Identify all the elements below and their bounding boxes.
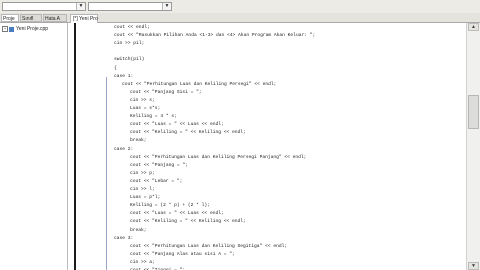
tab-classes-label: Sınıfl bbox=[22, 16, 34, 22]
code-line: cout << "Perhitungan Luas dan Keliling P… bbox=[130, 154, 307, 160]
code-line: cin >> s; bbox=[130, 97, 155, 103]
file-icon bbox=[9, 26, 14, 32]
toolbar-empty-area bbox=[174, 0, 480, 13]
code-line: cout << "Luas = " << Luas << endl; bbox=[130, 122, 224, 128]
code-line: break; bbox=[130, 138, 147, 144]
code-line: case 1: bbox=[114, 73, 134, 79]
tab-project-label: Proje bbox=[3, 16, 15, 22]
code-line: Keliling = 4 * s; bbox=[130, 114, 177, 120]
code-line: cin >> pil; bbox=[114, 41, 145, 47]
code-line: cin >> p; bbox=[130, 170, 155, 176]
code-line: cout << "Lebar = "; bbox=[130, 178, 183, 184]
editor-tab-bar: [*] Yeni Pro bbox=[68, 13, 480, 23]
code-line: case 2: bbox=[114, 146, 134, 152]
code-line: cout << "Perhitungan Luas dan Keliling P… bbox=[122, 81, 277, 87]
tab-classes[interactable]: Sınıfl bbox=[20, 14, 42, 22]
project-browser-tabs: Proje Sınıfl Hata A bbox=[0, 13, 68, 23]
code-line: Luas = s*s; bbox=[130, 106, 161, 111]
code-line: cout << "Panjang = "; bbox=[130, 162, 188, 168]
tree-item-label: Yeni Proje.cpp bbox=[16, 26, 49, 32]
vertical-scrollbar[interactable]: ▲ ▼ bbox=[466, 23, 480, 270]
editor-tab-active[interactable]: [*] Yeni Pro bbox=[70, 14, 98, 23]
tab-debug-label: Hata A bbox=[45, 16, 61, 22]
code-line: cout << endl; bbox=[114, 25, 150, 30]
editor-area: [*] Yeni Pro cout << endl; cout << "Masuk… bbox=[68, 13, 480, 270]
toolbar: ▼ ▼ bbox=[0, 0, 480, 14]
tab-project[interactable]: Proje bbox=[1, 14, 19, 22]
code-line: { bbox=[114, 65, 117, 71]
code-line: switch(pil) bbox=[114, 57, 145, 63]
code-line: cout << "Keliling = " << Keliling << end… bbox=[130, 130, 246, 136]
scrollbar-thumb[interactable] bbox=[468, 95, 479, 129]
class-combo-box[interactable]: ▼ bbox=[2, 2, 86, 11]
code-line: cout << "Perhitungan Luas dan Keliling S… bbox=[130, 243, 288, 249]
scroll-down-icon[interactable]: ▼ bbox=[468, 262, 479, 270]
code-line: cout << "Panjang Sisi = "; bbox=[130, 89, 202, 95]
member-combo-box[interactable]: ▼ bbox=[88, 2, 172, 11]
fold-guide-line bbox=[106, 77, 107, 270]
scroll-up-icon[interactable]: ▲ bbox=[468, 23, 479, 31]
tab-debug[interactable]: Hata A bbox=[43, 14, 67, 22]
code-line: cin >> l; bbox=[130, 187, 155, 192]
chevron-down-icon[interactable]: ▼ bbox=[76, 3, 85, 10]
code-line: break; bbox=[130, 227, 147, 233]
code-editor[interactable]: cout << endl; cout << "Masukkan Pilihan A… bbox=[76, 23, 466, 270]
code-line: cout << "Keliling = " << Keliling << end… bbox=[130, 219, 246, 225]
code-line: Luas = p*l; bbox=[130, 195, 161, 201]
expand-icon[interactable]: + bbox=[2, 26, 8, 32]
chevron-down-icon[interactable]: ▼ bbox=[162, 3, 171, 10]
code-line: cout << "Luas = " << Luas << endl; bbox=[130, 211, 224, 217]
code-line: Keliling = (2 * p) + (2 * l); bbox=[130, 203, 210, 209]
editor-tab-label: [*] Yeni Pro bbox=[73, 16, 98, 22]
code-line: cin >> a; bbox=[130, 259, 155, 265]
code-line: cout << "Panjang Alas atau sisi A = "; bbox=[130, 251, 235, 257]
project-browser-panel: Proje Sınıfl Hata A + Yeni Proje.cpp bbox=[0, 13, 68, 270]
code-line: case 3: bbox=[114, 235, 134, 241]
tree-item-project-file[interactable]: + Yeni Proje.cpp bbox=[2, 25, 48, 33]
code-line: cout << "Masukkan Pilihan Anda <1-3> dan… bbox=[114, 33, 316, 39]
